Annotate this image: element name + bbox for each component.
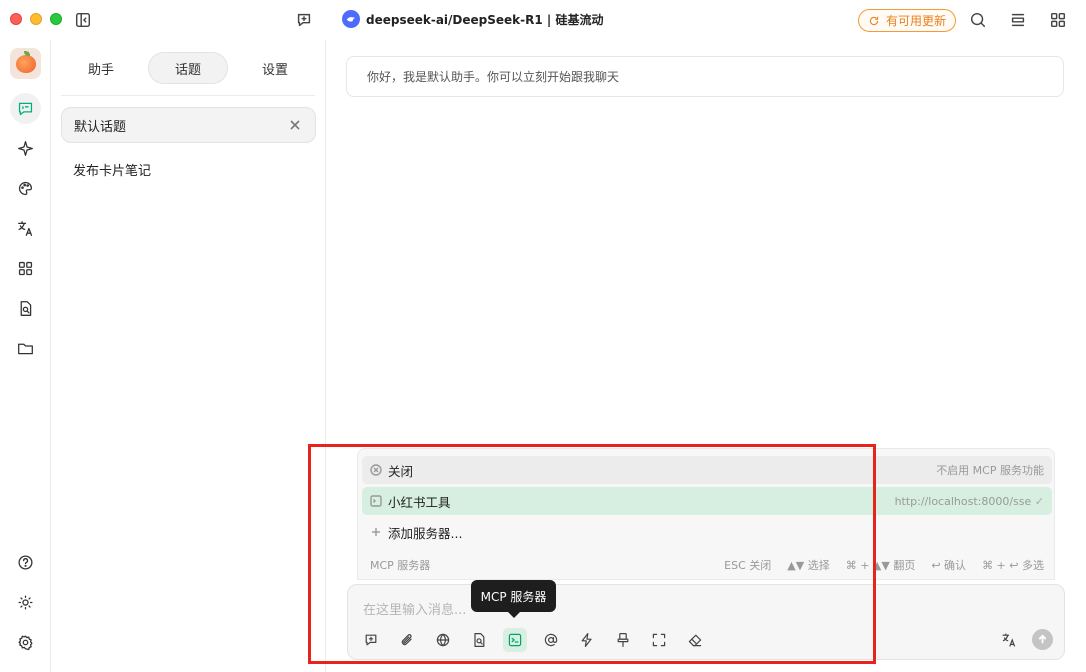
new-topic-icon[interactable] (293, 9, 315, 31)
zoom-window-button[interactable] (50, 13, 62, 25)
knowledge-base-icon[interactable] (467, 628, 491, 652)
tabs-divider (61, 95, 315, 96)
key-hint: ⌘ + ▲▼ 翻页 (845, 559, 916, 572)
clear-context-icon[interactable] (611, 628, 635, 652)
update-available-button[interactable]: 有可用更新 (858, 9, 957, 32)
topic-item[interactable]: 发布卡片笔记 (73, 160, 151, 179)
close-icon[interactable] (287, 117, 303, 133)
settings-icon[interactable] (10, 627, 41, 658)
keyboard-hints: ESC 关闭 ▲▼ 选择 ⌘ + ▲▼ 翻页 ↩ 确认 ⌘ + ↩ 多选 (724, 557, 1044, 573)
key-hint: ESC 关闭 (724, 559, 772, 572)
grid-apps-icon[interactable] (1047, 9, 1069, 31)
key-hint: ▲▼ 选择 (787, 559, 830, 572)
theme-icon[interactable] (10, 587, 41, 618)
window-controls (10, 13, 62, 25)
circle-x-icon (370, 464, 382, 476)
mcp-option-off[interactable]: 关闭 不启用 MCP 服务功能 (362, 456, 1052, 484)
close-window-button[interactable] (10, 13, 22, 25)
layout-toggle-icon[interactable] (1007, 9, 1029, 31)
check-icon: ✓ (1034, 494, 1044, 508)
mcp-server-dropdown: 关闭 不启用 MCP 服务功能 小红书工具 http://localhost:8… (357, 448, 1055, 580)
eraser-icon[interactable] (683, 628, 707, 652)
mcp-footer: MCP 服务器 ESC 关闭 ▲▼ 选择 ⌘ + ▲▼ 翻页 ↩ 确认 ⌘ + … (370, 557, 1044, 573)
arrow-up-icon (1038, 634, 1047, 644)
new-topic-icon[interactable] (359, 628, 383, 652)
mcp-option-url: http://localhost:8000/sse ✓ (894, 494, 1044, 508)
minimize-window-button[interactable] (30, 13, 42, 25)
terminal-icon (370, 495, 382, 507)
avatar[interactable] (10, 48, 41, 79)
tab-topics[interactable]: 话题 (148, 52, 228, 84)
input-toolbar (359, 628, 707, 652)
folder-icon[interactable] (10, 333, 41, 364)
plus-icon (370, 526, 382, 538)
search-icon[interactable] (967, 9, 989, 31)
translate-icon[interactable] (10, 213, 41, 244)
help-icon[interactable] (10, 547, 41, 578)
mcp-option-label: 添加服务器... (388, 525, 463, 541)
key-hint: ↩ 确认 (931, 559, 967, 572)
sparkle-icon[interactable] (10, 133, 41, 164)
update-label: 有可用更新 (886, 14, 947, 28)
tab-assistants[interactable]: 助手 (61, 52, 141, 84)
mcp-option-label: 关闭 (388, 463, 414, 479)
panel-tabs: 助手 话题 设置 (61, 52, 315, 84)
left-rail (0, 40, 51, 672)
mcp-server-icon[interactable] (503, 628, 527, 652)
title-bar: deepseek-ai/DeepSeek-R1 | 硅基流动 有可用更新 (0, 0, 1086, 40)
model-name: deepseek-ai/DeepSeek-R1 | 硅基流动 (366, 12, 604, 27)
mcp-tooltip: MCP 服务器 (471, 580, 556, 618)
palette-icon[interactable] (10, 173, 41, 204)
greeting-text: 你好，我是默认助手。你可以立刻开始跟我聊天 (367, 70, 620, 84)
tab-settings[interactable]: 设置 (235, 52, 315, 84)
send-button[interactable] (1032, 629, 1053, 650)
peach-icon (15, 50, 36, 73)
topic-item-active[interactable]: 默认话题 (61, 107, 316, 143)
fullscreen-icon[interactable] (647, 628, 671, 652)
quick-phrase-icon[interactable] (575, 628, 599, 652)
assistant-greeting-message: 你好，我是默认助手。你可以立刻开始跟我聊天 (346, 56, 1064, 97)
refresh-icon (869, 16, 879, 25)
apps-icon[interactable] (10, 253, 41, 284)
translate-input-icon[interactable] (998, 629, 1020, 651)
model-selector[interactable]: deepseek-ai/DeepSeek-R1 | 硅基流动 (342, 10, 603, 28)
app-window: deepseek-ai/DeepSeek-R1 | 硅基流动 有可用更新 助手 … (0, 0, 1086, 672)
message-input-box: 在这里输入消息... (347, 584, 1065, 660)
attachment-icon[interactable] (395, 628, 419, 652)
toggle-sidebar-icon[interactable] (72, 9, 94, 31)
chat-icon[interactable] (10, 93, 41, 124)
topics-panel: 助手 话题 设置 默认话题 发布卡片笔记 (51, 40, 326, 672)
web-search-icon[interactable] (431, 628, 455, 652)
mcp-footer-title: MCP 服务器 (370, 559, 431, 572)
mention-icon[interactable] (539, 628, 563, 652)
mcp-option-xiaohongshu[interactable]: 小红书工具 http://localhost:8000/sse ✓ (362, 487, 1052, 515)
deepseek-logo-icon (342, 10, 360, 28)
mcp-option-hint: 不启用 MCP 服务功能 (936, 464, 1044, 477)
key-hint: ⌘ + ↩ 多选 (982, 559, 1044, 572)
doc-search-icon[interactable] (10, 293, 41, 324)
mcp-add-server[interactable]: 添加服务器... (362, 518, 1052, 546)
message-input[interactable]: 在这里输入消息... (363, 599, 466, 618)
mcp-option-label: 小红书工具 (388, 494, 451, 510)
topic-label: 默认话题 (74, 119, 127, 135)
